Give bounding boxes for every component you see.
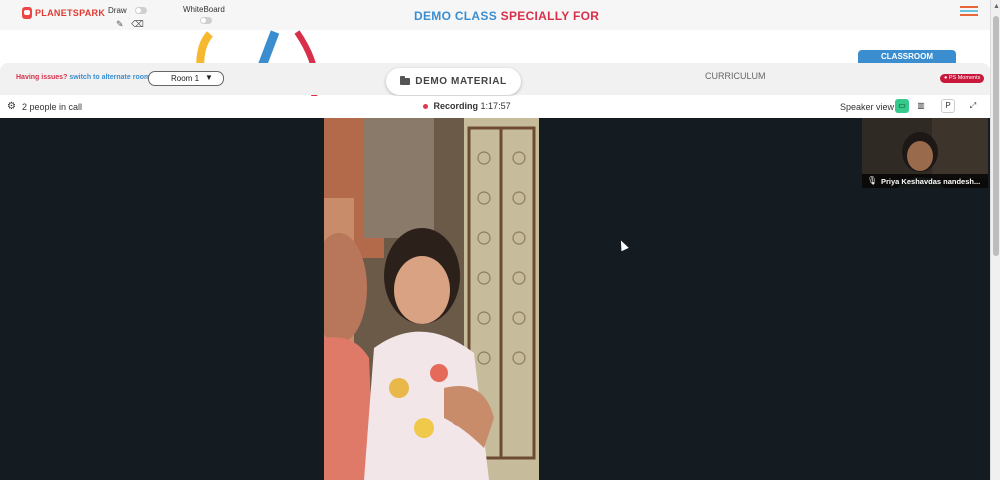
menu-icon[interactable] [960, 6, 978, 18]
people-count: 2 people in call [22, 102, 83, 112]
gear-icon[interactable]: ⚙ [7, 101, 16, 112]
tab-classroom[interactable]: CLASSROOM [858, 50, 956, 69]
issues-question: Having issues? [16, 74, 68, 81]
scrollbar-thumb[interactable] [993, 16, 999, 256]
top-bar: PLANETSPARK Draw ✎ ⌫ WhiteBoard DEMO CLA… [0, 0, 990, 30]
issues-notice: Having issues? switch to alternate room [16, 74, 150, 81]
folder-icon [400, 76, 411, 85]
scroll-up-arrow-icon[interactable]: ▲ [993, 3, 1000, 10]
participant-thumbnail[interactable]: 🎙 Priya Keshavdas nandesh... [862, 118, 988, 188]
speaker-view-label: Speaker view [840, 102, 895, 112]
chevron-down-icon: ▼ [205, 73, 213, 82]
grid-view-button[interactable]: ▥ [914, 99, 928, 113]
fullscreen-icon[interactable]: ⤢ [966, 99, 980, 113]
speaker-view-button[interactable]: ▭ [895, 99, 909, 113]
demo-material-button[interactable]: DEMO MATERIAL [386, 68, 521, 95]
draw-label: Draw [108, 6, 127, 15]
room-select[interactable]: Room 1 ▼ [148, 71, 224, 86]
recording-status: Recording 1:17:57 [423, 101, 511, 111]
tab-curriculum[interactable]: CURRICULUM [705, 71, 766, 81]
draw-toggle[interactable] [134, 7, 147, 15]
planetspark-logo[interactable]: PLANETSPARK [22, 5, 105, 21]
eraser-icon[interactable]: ⌫ [131, 19, 144, 29]
call-status-bar: ⚙ 2 people in call Recording 1:17:57 Spe… [0, 96, 990, 119]
pencil-icon[interactable]: ✎ [116, 19, 124, 29]
demo-class-banner: DEMO CLASS SPECIALLY FOR [414, 9, 599, 23]
room-select-value: Room 1 [171, 74, 200, 83]
participant-name-bar: 🎙 Priya Keshavdas nandesh... [862, 174, 988, 188]
whiteboard-toggle[interactable] [200, 17, 212, 24]
camera-icon: ● [944, 75, 948, 81]
recording-dot-icon [423, 104, 428, 110]
logo-text: PLANETSPARK [35, 8, 106, 18]
draw-tools: ✎ ⌫ [116, 19, 144, 30]
recording-time: 1:17:57 [480, 101, 511, 111]
microphone-icon: 🎙 [867, 176, 878, 185]
page-scrollbar[interactable]: ▲ [990, 0, 1000, 480]
participant-name: Priya Keshavdas nandesh... [881, 177, 981, 186]
banner-demo-class: DEMO CLASS [414, 9, 498, 23]
main-video-feed [324, 118, 539, 480]
pin-button[interactable]: P [941, 99, 955, 113]
whiteboard-control: WhiteBoard [183, 5, 225, 24]
switch-room-link[interactable]: switch to alternate room [69, 74, 150, 81]
logo-mark-icon [22, 7, 32, 19]
banner-specially-for: SPECIALLY FOR [500, 9, 600, 23]
ps-moments-button[interactable]: ● PS Moments [940, 74, 985, 83]
ps-moments-label: PS Moments [948, 75, 981, 81]
demo-material-label: DEMO MATERIAL [415, 76, 507, 87]
draw-control: Draw [108, 6, 147, 15]
whiteboard-label: WhiteBoard [183, 5, 225, 14]
recording-label: Recording [433, 101, 479, 111]
